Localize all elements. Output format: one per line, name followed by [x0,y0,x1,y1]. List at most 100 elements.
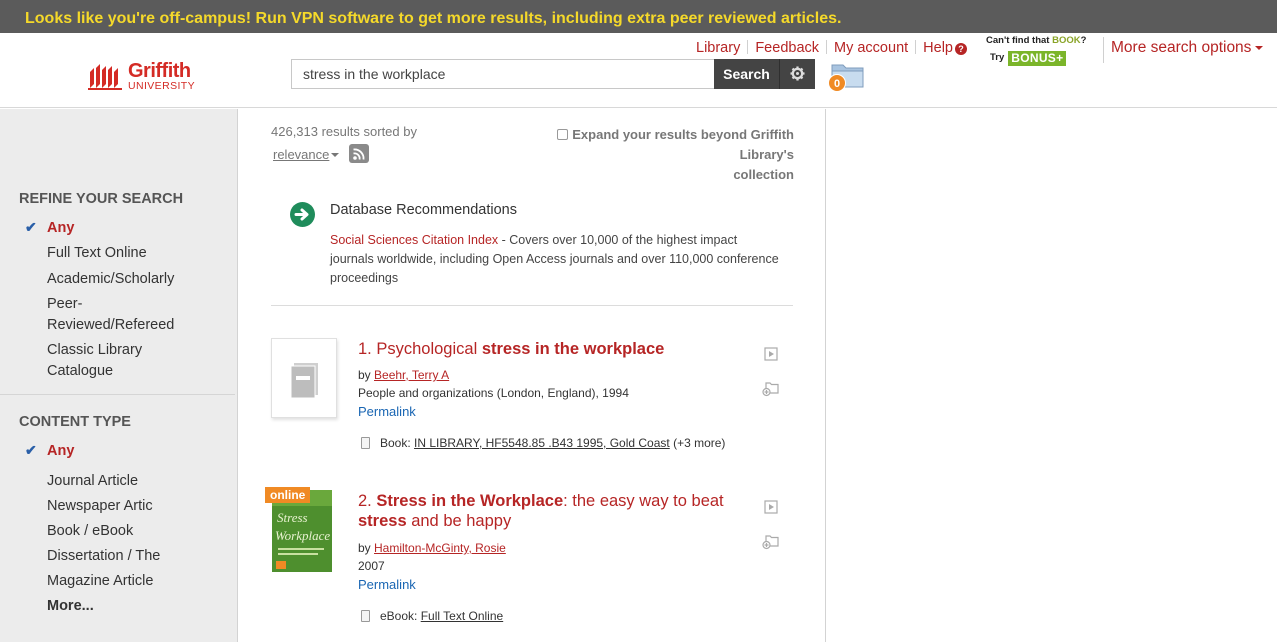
permalink-link[interactable]: Permalink [358,404,416,419]
result-title-highlight-2: stress [358,512,407,530]
cover-title-line1: Stress [277,510,308,525]
caret-down-icon [331,153,340,157]
holding-more: (+3 more) [669,436,726,450]
rss-feed-button[interactable] [349,144,369,163]
refine-item-full-text[interactable]: Full Text Online [47,243,147,264]
search-button[interactable]: Search [714,59,780,89]
caret-down-icon [1255,46,1264,50]
result-holding: Book: IN LIBRARY, HF5548.85 .B43 1995, G… [361,436,725,450]
expand-results-checkbox[interactable] [557,129,569,140]
bonus-promo-text-a: Can't find that [986,35,1053,46]
result-number: 1. [358,340,372,358]
feedback-link[interactable]: Feedback [755,40,819,56]
expand-results-label-cont: collection [733,167,794,182]
result-source: People and organizations (London, Englan… [358,386,629,400]
content-item-journal-article[interactable]: Journal Article [47,471,138,492]
preview-icon[interactable] [764,347,778,361]
divider [826,40,828,54]
folder-count-badge: 0 [828,74,846,92]
result-author-link[interactable]: Hamilton-McGinty, Rosie [374,541,506,555]
content-item-book-ebook[interactable]: Book / eBook [47,521,133,542]
content-type-title: CONTENT TYPE [19,414,131,430]
content-item-newspaper[interactable]: Newspaper Artic [47,496,153,517]
expand-results-label: Expand your results beyond Griffith Libr… [572,127,794,162]
holding-link[interactable]: IN LIBRARY, HF5548.85 .B43 1995, Gold Co… [414,436,670,450]
result-title-highlight: stress in the workplace [481,340,665,358]
bonus-promo-text: Can't find that BOOK? [986,35,1086,46]
result-author-link[interactable]: Beehr, Terry A [374,368,449,382]
offcampus-banner-text: Looks like you're off-campus! Run VPN so… [25,10,842,27]
search-box [291,59,715,89]
refine-sidebar: REFINE YOUR SEARCH ✔ Any Full Text Onlin… [0,109,238,642]
results-pane: 426,313 results sorted by relevance Expa… [239,109,826,642]
refine-item-peer-reviewed[interactable]: Peer- [47,294,82,315]
offcampus-banner: Looks like you're off-campus! Run VPN so… [0,0,1277,33]
result-title-text: Psychological [376,340,482,358]
holding-link[interactable]: Full Text Online [421,609,503,623]
result-author-line: by Beehr, Terry A [358,368,449,382]
top-links: Library Feedback My account Help? [696,40,967,60]
refine-item-peer-reviewed-cont[interactable]: Reviewed/Refereed [47,315,174,336]
database-link[interactable]: Social Sciences Citation Index [330,233,498,247]
search-input[interactable] [292,60,714,88]
content-item-dissertation[interactable]: Dissertation / The [47,546,160,567]
bonus-promo-book: BOOK [1052,35,1081,46]
content-item-magazine[interactable]: Magazine Article [47,571,153,592]
divider [747,40,749,54]
divider [0,394,235,395]
library-link[interactable]: Library [696,40,740,56]
content-more-link[interactable]: More... [47,596,94,617]
griffith-logo-mark-icon [88,64,122,90]
result-source: 2007 [358,559,385,573]
site-header: Griffith UNIVERSITY Search 0 LibraryFeed… [0,33,1277,108]
search-settings-button[interactable] [780,59,815,89]
sort-value: relevance [273,147,330,162]
refine-title: REFINE YOUR SEARCH [19,191,184,207]
arrow-right-circle-icon [290,202,315,227]
ebook-icon [361,610,370,622]
divider [1103,37,1104,63]
result-title-link[interactable]: 1. Psychological stress in the workplace [358,339,664,359]
result-thumbnail[interactable] [271,338,337,418]
refine-item-academic[interactable]: Academic/Scholarly [47,269,174,290]
online-badge: online [265,487,311,503]
bonus-plus-promo[interactable]: Can't find that BOOK? Try BONUS+ [986,35,1098,67]
more-search-options-link[interactable]: More search options [1111,39,1264,57]
result-title-text-2: and be happy [406,512,512,530]
gear-icon [790,66,805,81]
book-placeholder-icon [290,363,318,399]
help-link[interactable]: Help [923,40,953,56]
cover-title-line2: Workplace [275,528,330,543]
sort-dropdown[interactable]: relevance [273,147,340,162]
bonus-try-line: Try BONUS+ [990,51,1067,66]
database-recommendation: Social Sciences Citation Index - Covers … [330,231,780,288]
divider [915,40,917,54]
result-title-link[interactable]: 2. Stress in the Workplace: the easy way… [358,491,758,531]
result-number: 2. [358,492,372,510]
checkmark-icon: ✔ [25,219,37,235]
refine-item-classic-catalogue-cont[interactable]: Catalogue [47,361,113,382]
arrow-right-icon [294,208,309,221]
preview-icon[interactable] [764,500,778,514]
logo-subtext: UNIVERSITY [128,80,196,92]
holding-label: eBook: [380,609,421,623]
refine-item-any[interactable]: Any [47,218,74,239]
add-to-folder-icon[interactable] [762,534,780,550]
permalink-link[interactable]: Permalink [358,577,416,592]
result-author-line: by Hamilton-McGinty, Rosie [358,541,506,555]
my-account-link[interactable]: My account [834,40,908,56]
results-count: 426,313 results sorted by [271,124,417,139]
add-to-folder-icon[interactable] [762,381,780,397]
bonus-try-label: Try [990,52,1005,63]
help-question-icon[interactable]: ? [955,43,967,55]
refine-item-classic-catalogue[interactable]: Classic Library [47,340,142,361]
result-holding: eBook: Full Text Online [361,609,503,623]
book-icon [361,437,370,449]
bonus-plus-logo: BONUS+ [1008,51,1067,66]
holding-label: Book: [380,436,415,450]
database-recommendations-title: Database Recommendations [330,202,517,218]
content-item-any[interactable]: Any [47,441,74,462]
divider [271,305,793,306]
expand-results-option[interactable]: Expand your results beyond Griffith Libr… [500,125,794,185]
bonus-promo-text-c: ? [1080,35,1087,46]
